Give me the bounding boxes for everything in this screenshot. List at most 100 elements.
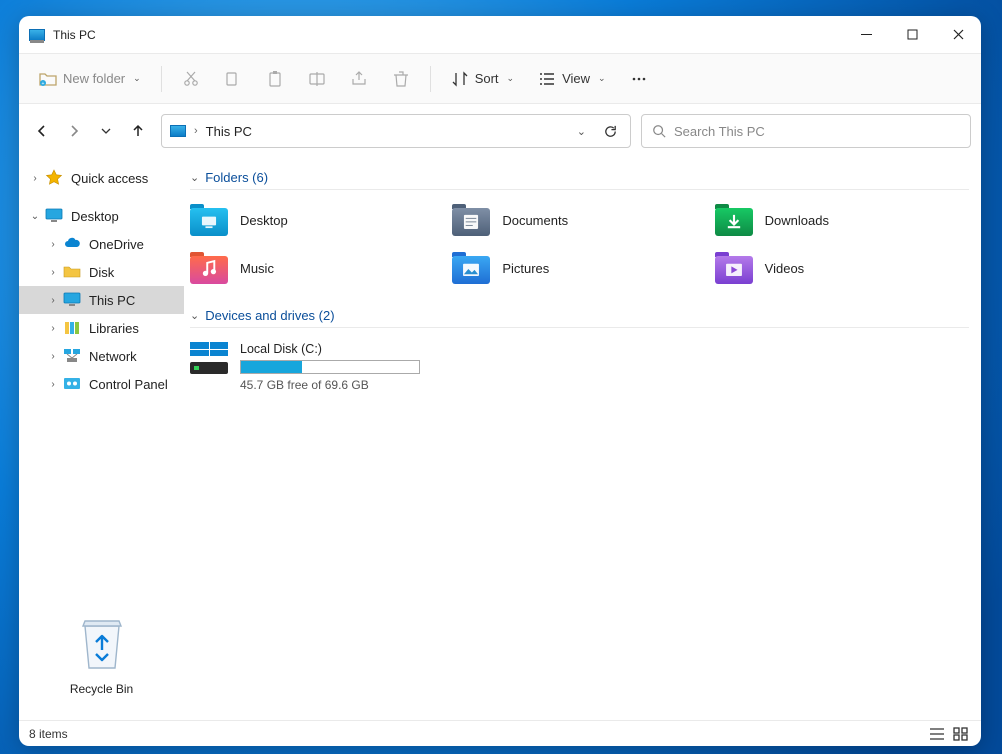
drive-icon	[190, 342, 228, 374]
recycle-bin-icon	[77, 614, 127, 672]
toolbar: + New folder ⌄ Sort ⌄ View ⌄	[19, 54, 981, 104]
folder-label: Documents	[502, 213, 568, 228]
folder-videos[interactable]: Videos	[715, 252, 969, 284]
chevron-down-icon[interactable]	[29, 211, 41, 222]
chevron-right-icon[interactable]	[47, 323, 59, 334]
share-icon	[350, 70, 368, 88]
sidebar-item-control-panel[interactable]: Control Panel	[19, 370, 184, 398]
folder-icon	[63, 264, 81, 280]
sidebar-item-quick-access[interactable]: Quick access	[19, 164, 184, 192]
icons-view-button[interactable]	[951, 726, 971, 742]
titlebar: This PC	[19, 16, 981, 54]
folder-pictures[interactable]: Pictures	[452, 252, 706, 284]
address-dropdown-button[interactable]: ⌄	[573, 125, 590, 138]
more-button[interactable]	[620, 62, 658, 96]
copy-button[interactable]	[214, 62, 252, 96]
recent-button[interactable]	[93, 118, 119, 144]
sort-button[interactable]: Sort ⌄	[441, 62, 524, 96]
refresh-button[interactable]	[598, 124, 622, 139]
delete-icon	[392, 70, 410, 88]
folder-label: Videos	[765, 261, 805, 276]
folder-icon	[190, 204, 228, 236]
breadcrumb-item[interactable]: This PC	[206, 124, 252, 139]
sidebar-label: Control Panel	[89, 377, 168, 392]
sidebar-label: Libraries	[89, 321, 139, 336]
chevron-down-icon: ⌄	[507, 73, 515, 84]
share-button[interactable]	[340, 62, 378, 96]
group-header-folders[interactable]: ⌄ Folders (6)	[190, 170, 969, 190]
drive-label: Local Disk (C:)	[240, 342, 420, 356]
folder-documents[interactable]: Documents	[452, 204, 706, 236]
delete-button[interactable]	[382, 62, 420, 96]
sort-icon	[451, 70, 469, 88]
search-input[interactable]	[674, 124, 960, 139]
copy-icon	[224, 70, 242, 88]
forward-button[interactable]	[61, 118, 87, 144]
chevron-right-icon[interactable]	[47, 267, 59, 278]
folder-icon	[190, 252, 228, 284]
folder-icon	[452, 252, 490, 284]
chevron-right-icon[interactable]	[47, 239, 59, 250]
search-icon	[652, 124, 666, 138]
back-button[interactable]	[29, 118, 55, 144]
rename-icon	[308, 70, 326, 88]
folder-desktop[interactable]: Desktop	[190, 204, 444, 236]
new-folder-icon: +	[39, 70, 57, 88]
window-title: This PC	[53, 28, 96, 42]
view-button[interactable]: View ⌄	[528, 62, 616, 96]
sidebar-item-this-pc[interactable]: This PC	[19, 286, 184, 314]
control-panel-icon	[63, 376, 81, 392]
view-label: View	[562, 71, 590, 86]
breadcrumb-separator-icon: ›	[194, 125, 198, 137]
chevron-right-icon[interactable]	[47, 351, 59, 362]
minimize-button[interactable]	[843, 16, 889, 54]
sidebar-item-network[interactable]: Network	[19, 342, 184, 370]
cut-button[interactable]	[172, 62, 210, 96]
chevron-right-icon[interactable]	[47, 379, 59, 390]
chevron-down-icon: ⌄	[598, 73, 606, 84]
toolbar-separator	[161, 66, 162, 92]
maximize-button[interactable]	[889, 16, 935, 54]
folder-label: Pictures	[502, 261, 549, 276]
new-folder-button[interactable]: + New folder ⌄	[29, 62, 151, 96]
sidebar: Quick access Desktop OneDrive Disk	[19, 158, 184, 720]
folder-label: Desktop	[240, 213, 288, 228]
recycle-bin-label: Recycle Bin	[19, 682, 184, 696]
this-pc-icon	[170, 125, 186, 137]
more-icon	[630, 70, 648, 88]
paste-button[interactable]	[256, 62, 294, 96]
recycle-bin-item[interactable]: Recycle Bin	[19, 604, 184, 714]
sidebar-item-onedrive[interactable]: OneDrive	[19, 230, 184, 258]
chevron-right-icon[interactable]	[29, 173, 41, 184]
group-header-drives[interactable]: ⌄ Devices and drives (2)	[190, 308, 969, 328]
sidebar-label: Network	[89, 349, 137, 364]
up-button[interactable]	[125, 118, 151, 144]
file-explorer-window: This PC + New folder ⌄ Sort	[19, 16, 981, 746]
sort-label: Sort	[475, 71, 499, 86]
svg-text:+: +	[42, 81, 45, 87]
rename-button[interactable]	[298, 62, 336, 96]
close-button[interactable]	[935, 16, 981, 54]
chevron-down-icon: ⌄	[190, 171, 199, 184]
drive-free-text: 45.7 GB free of 69.6 GB	[240, 378, 420, 392]
folder-music[interactable]: Music	[190, 252, 444, 284]
this-pc-icon	[29, 29, 45, 41]
network-icon	[63, 348, 81, 364]
sidebar-label: This PC	[89, 293, 135, 308]
sidebar-item-libraries[interactable]: Libraries	[19, 314, 184, 342]
nav-row: › This PC ⌄	[19, 104, 981, 158]
chevron-right-icon[interactable]	[47, 295, 59, 306]
sidebar-item-desktop[interactable]: Desktop	[19, 202, 184, 230]
search-box[interactable]	[641, 114, 971, 148]
folder-downloads[interactable]: Downloads	[715, 204, 969, 236]
sidebar-item-disk[interactable]: Disk	[19, 258, 184, 286]
monitor-icon	[45, 208, 63, 224]
view-icon	[538, 70, 556, 88]
address-bar[interactable]: › This PC ⌄	[161, 114, 631, 148]
details-view-button[interactable]	[927, 726, 947, 742]
drive-item[interactable]: Local Disk (C:) 45.7 GB free of 69.6 GB	[190, 338, 969, 396]
cut-icon	[182, 70, 200, 88]
folder-icon	[452, 204, 490, 236]
new-folder-label: New folder	[63, 71, 125, 86]
folder-icon	[715, 252, 753, 284]
